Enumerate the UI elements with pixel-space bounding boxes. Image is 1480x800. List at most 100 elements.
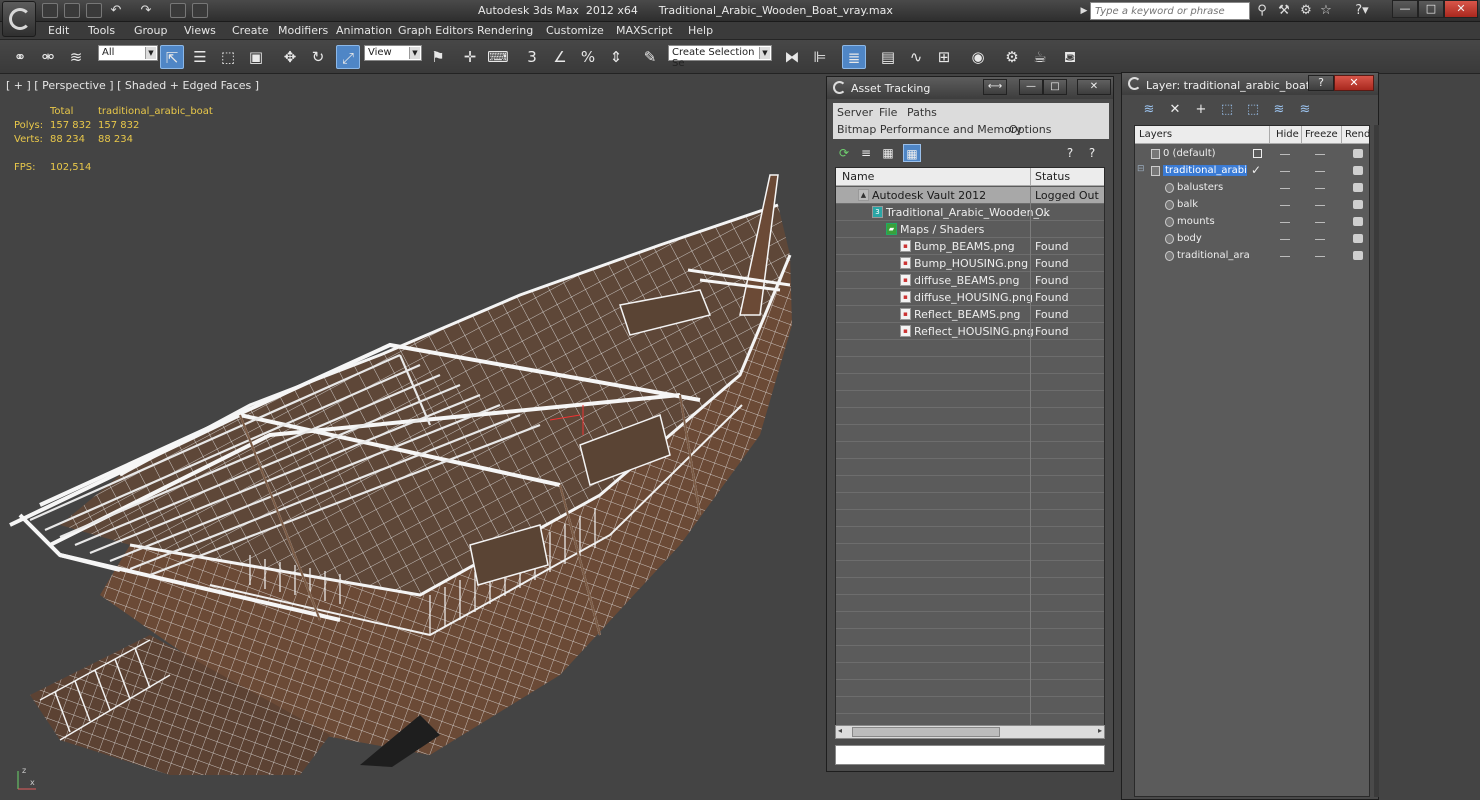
column-divider[interactable]	[1269, 126, 1270, 144]
layer-manager-icon[interactable]: ≣	[842, 45, 866, 69]
layer-vertical-scrollbar[interactable]	[1374, 125, 1379, 797]
select-and-link-icon[interactable]: ⚭	[8, 45, 32, 69]
communication-icon[interactable]: ⚙	[1298, 3, 1314, 19]
freeze-toggle[interactable]	[1315, 154, 1325, 155]
select-highlighted-icon[interactable]: ⬚	[1218, 101, 1236, 119]
object-row-mounts[interactable]: mounts	[1135, 214, 1369, 231]
current-layer-checkbox[interactable]	[1253, 149, 1262, 158]
spinner-snap-icon[interactable]: ⇕	[604, 45, 628, 69]
selection-filter-dropdown[interactable]: All ▼	[98, 45, 158, 61]
layer-close-button[interactable]: ✕	[1334, 75, 1374, 91]
hide-toggle[interactable]	[1280, 239, 1290, 240]
table-row[interactable]: ▪ Bump_BEAMS.png Found	[836, 238, 1104, 255]
app-menu-button[interactable]	[2, 1, 36, 37]
close-button[interactable]: ✕	[1444, 0, 1478, 18]
list-view-icon[interactable]: ≡	[857, 144, 875, 162]
undo-icon[interactable]: ↶	[108, 3, 124, 19]
curve-editor-icon[interactable]: ∿	[904, 45, 928, 69]
select-object-icon[interactable]: ⇱	[160, 45, 184, 69]
menu-create[interactable]: Create	[232, 24, 269, 37]
object-row-balusters[interactable]: balusters	[1135, 180, 1369, 197]
align-icon[interactable]: ⊫	[808, 45, 832, 69]
object-row-balk[interactable]: balk	[1135, 197, 1369, 214]
menu-customize[interactable]: Customize	[546, 24, 604, 37]
render-teapot-icon[interactable]	[1353, 200, 1363, 209]
column-divider[interactable]	[1301, 126, 1302, 144]
favorites-star-icon[interactable]: ☆	[1318, 3, 1334, 19]
asset-maximize-button[interactable]: □	[1043, 79, 1067, 95]
use-pivot-center-icon[interactable]: ⚑	[426, 45, 450, 69]
hide-toggle[interactable]	[1280, 222, 1290, 223]
project-folder-icon[interactable]	[192, 3, 208, 18]
column-freeze-header[interactable]: Freeze	[1305, 129, 1338, 140]
hold-icon[interactable]	[170, 3, 186, 18]
current-layer-check-icon[interactable]: ✓	[1251, 163, 1261, 177]
asset-tracking-title-bar[interactable]: Asset Tracking ⟷ — □ ✕	[827, 77, 1113, 99]
freeze-toggle[interactable]	[1315, 205, 1325, 206]
asset-path-field[interactable]	[835, 745, 1105, 765]
render-teapot-icon[interactable]	[1353, 183, 1363, 192]
column-name-header[interactable]: Name	[842, 170, 874, 183]
layer-row-traditional-arabic-boat[interactable]: ⊟ traditional_arabic_b ✓	[1135, 163, 1369, 180]
maximize-button[interactable]: □	[1418, 0, 1444, 18]
vault-help-icon[interactable]: ?	[1061, 144, 1079, 162]
table-row[interactable]: ▪ diffuse_BEAMS.png Found	[836, 272, 1104, 289]
asset-tracking-window[interactable]: Asset Tracking ⟷ — □ ✕ Server File Paths…	[826, 76, 1114, 772]
redo-icon[interactable]: ↷	[138, 3, 154, 19]
select-and-rotate-icon[interactable]: ↻	[306, 45, 330, 69]
hide-toggle[interactable]	[1280, 171, 1290, 172]
asset-menu-file[interactable]: File	[879, 106, 897, 119]
edit-named-selection-icon[interactable]: ✎	[638, 45, 662, 69]
refresh-icon[interactable]: ⟳	[835, 144, 853, 162]
layer-row-default[interactable]: 0 (default)	[1135, 146, 1369, 163]
delete-layer-icon[interactable]: ✕	[1166, 101, 1184, 119]
expand-arrow-icon[interactable]: ▶	[1080, 3, 1088, 19]
minimize-button[interactable]: —	[1392, 0, 1418, 18]
rectangular-selection-icon[interactable]: ⬚	[216, 45, 240, 69]
render-teapot-icon[interactable]	[1353, 166, 1363, 175]
table-row[interactable]: ▪ diffuse_HOUSING.png Found	[836, 289, 1104, 306]
hide-unhide-all-icon[interactable]: ≋	[1270, 101, 1288, 119]
search-input[interactable]	[1090, 2, 1250, 20]
select-and-move-icon[interactable]: ✥	[278, 45, 302, 69]
thumbnail-view-icon[interactable]: ▦	[879, 144, 897, 162]
freeze-toggle[interactable]	[1315, 239, 1325, 240]
bind-space-warp-icon[interactable]: ≋	[64, 45, 88, 69]
angle-snap-icon[interactable]: ∠	[548, 45, 572, 69]
menu-help[interactable]: Help	[688, 24, 713, 37]
dock-arrows-icon[interactable]: ⟷	[983, 79, 1007, 95]
column-render-header[interactable]: Rende	[1345, 129, 1369, 140]
asset-menu-server[interactable]: Server	[837, 106, 873, 119]
snaps-toggle-icon[interactable]: 3	[520, 45, 544, 69]
unlink-icon[interactable]: ⚮	[36, 45, 60, 69]
schematic-view-icon[interactable]: ⊞	[932, 45, 956, 69]
table-row[interactable]: ▰ Maps / Shaders	[836, 221, 1104, 238]
menu-modifiers[interactable]: Modifiers	[278, 24, 328, 37]
menu-animation[interactable]: Animation	[336, 24, 392, 37]
layer-manager-title-bar[interactable]: Layer: traditional_arabic_boat ? ✕	[1122, 73, 1378, 95]
render-setup-icon[interactable]: ⚙	[1000, 45, 1024, 69]
graphite-modeling-tools-icon[interactable]: ▤	[876, 45, 900, 69]
rendered-frame-window-icon[interactable]: ☕	[1028, 45, 1052, 69]
freeze-toggle[interactable]	[1315, 256, 1325, 257]
table-row[interactable]: ▲ Autodesk Vault 2012 Logged Out ...	[836, 187, 1104, 204]
select-by-name-icon[interactable]: ☰	[188, 45, 212, 69]
freeze-unfreeze-all-icon[interactable]: ≋	[1296, 101, 1314, 119]
column-layers-header[interactable]: Layers	[1139, 129, 1172, 140]
object-row-body[interactable]: body	[1135, 231, 1369, 248]
render-teapot-icon[interactable]	[1353, 217, 1363, 226]
menu-edit[interactable]: Edit	[48, 24, 69, 37]
freeze-toggle[interactable]	[1315, 222, 1325, 223]
asset-horizontal-scrollbar[interactable]: ◂ ▸	[835, 725, 1105, 739]
render-production-icon[interactable]: ⛾	[1058, 45, 1082, 69]
menu-views[interactable]: Views	[184, 24, 216, 37]
layer-help-button[interactable]: ?	[1308, 75, 1334, 91]
material-editor-icon[interactable]: ◉	[966, 45, 990, 69]
hide-toggle[interactable]	[1280, 188, 1290, 189]
create-layer-icon[interactable]: ≋	[1140, 101, 1158, 119]
table-row[interactable]: ▪ Reflect_HOUSING.png Found	[836, 323, 1104, 340]
column-divider[interactable]	[1341, 126, 1342, 144]
help-icon[interactable]: ?▾	[1350, 3, 1374, 19]
scrollbar-thumb[interactable]	[852, 727, 1000, 737]
menu-tools[interactable]: Tools	[88, 24, 115, 37]
